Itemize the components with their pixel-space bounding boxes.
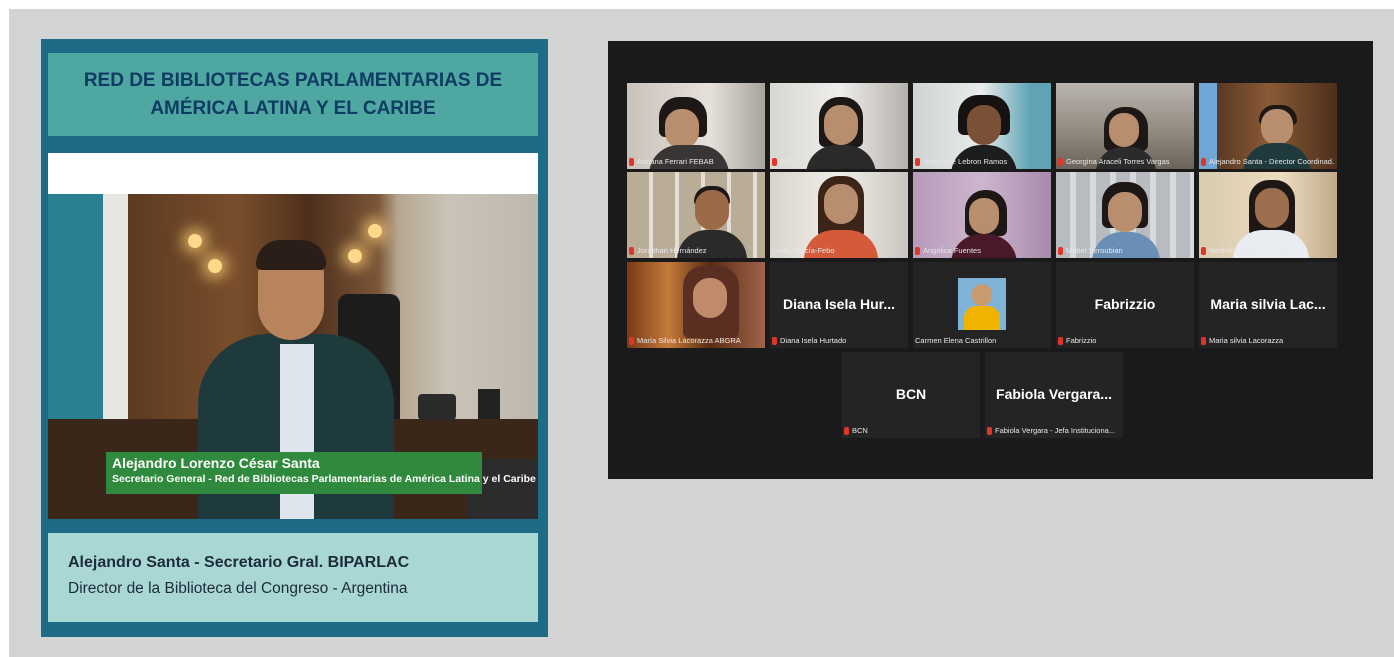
participant-name-label: Angelica Fuentes	[915, 245, 1049, 257]
mic-muted-icon	[772, 337, 777, 345]
participant-tile[interactable]: Alejandro Santa - Director Coordinad...	[1199, 83, 1337, 169]
face	[824, 184, 858, 224]
participant-display-name: Maria silvia Lac...	[1210, 296, 1326, 312]
face	[1108, 192, 1142, 232]
participant-name-label: Alejandro Santa - Director Coordinad...	[1201, 156, 1335, 168]
mic-muted-icon	[629, 158, 634, 166]
face	[1261, 109, 1293, 145]
mic-muted-icon	[915, 158, 920, 166]
participant-name-label: Adriana Ferrari FEBAB	[629, 156, 763, 168]
participant-name-label: Fabiola Vergara - Jefa Instituciona...	[987, 425, 1121, 437]
lower-third-role: Secretario General - Red de Bibliotecas …	[112, 473, 536, 485]
mic-muted-icon	[772, 158, 777, 166]
participant-tile[interactable]: María Silvia Lacorazza ABGRA	[627, 262, 765, 348]
participant-name-label: Georgina Araceli Torres Vargas	[1058, 156, 1192, 168]
desk-phone	[418, 394, 456, 420]
participant-display-name: Fabrizzio	[1094, 296, 1156, 312]
white-strip	[48, 153, 538, 194]
participant-avatar	[958, 278, 1006, 330]
face	[693, 278, 727, 318]
participant-tile[interactable]: Jeannette Lebron Ramos	[913, 83, 1051, 169]
caption-title: Alejandro Santa - Secretario Gral. BIPAR…	[68, 554, 410, 571]
lamp-light	[188, 234, 202, 248]
face	[1109, 113, 1139, 147]
participant-tile[interactable]: Maria silvia Lac... Maria silvia Lacoraz…	[1199, 262, 1337, 348]
mic-muted-icon	[629, 337, 634, 345]
lamp-light	[368, 224, 382, 238]
participant-name-label: Maria silvia Lacorazza	[1201, 335, 1335, 347]
participant-tile[interactable]: Fabrizzio Fabrizzio	[1056, 262, 1194, 348]
participant-tile[interactable]: Angelica Fuentes	[913, 172, 1051, 258]
participant-name-label: Jonathan Hernández	[629, 245, 763, 257]
participant-tile[interactable]: Georgina Araceli Torres Vargas	[1056, 83, 1194, 169]
lower-third-name: Alejandro Lorenzo César Santa	[112, 455, 320, 471]
title-line-2: AMÉRICA LATINA Y EL CARIBE	[150, 97, 436, 119]
face	[665, 109, 699, 149]
network-title-banner: RED DE BIBLIOTECAS PARLAMENTARIAS DE AMÉ…	[48, 53, 538, 136]
video-gallery: Adriana Ferrari FEBAB BCN Jeannette Lebr…	[608, 41, 1373, 479]
participant-name-label: Carmen Elena Castrillon	[915, 336, 997, 345]
mic-muted-icon	[1201, 247, 1206, 255]
participant-tile[interactable]: BCN	[770, 83, 908, 169]
caption-subtitle: Director de la Biblioteca del Congreso -…	[68, 580, 408, 597]
participant-name-label: Verónica Maigua Delgado	[1201, 245, 1335, 257]
participant-tile[interactable]: Carmen Elena Castrillon	[913, 262, 1051, 348]
participant-display-name: BCN	[895, 386, 927, 402]
lamp-light	[348, 249, 362, 263]
lower-third-banner: Alejandro Lorenzo César Santa Secretario…	[106, 452, 536, 494]
participant-tile[interactable]: Jonathan Hernández	[627, 172, 765, 258]
mic-muted-icon	[987, 427, 992, 435]
participant-name-label: María Silvia Lacorazza ABGRA	[629, 335, 763, 347]
participant-display-name: Diana Isela Hur...	[782, 296, 896, 312]
participant-tile[interactable]: Mabel Seroubian	[1056, 172, 1194, 258]
participant-name-label: Jeannette Lebron Ramos	[915, 156, 1049, 168]
face	[969, 198, 999, 234]
mic-muted-icon	[1058, 158, 1063, 166]
participant-name-label: BCN	[844, 425, 978, 437]
lamp-light	[208, 259, 222, 273]
participant-tile[interactable]: Adriana Ferrari FEBAB	[627, 83, 765, 169]
participant-name-label: Loida García-Febo	[772, 246, 835, 255]
face	[824, 105, 858, 145]
participant-tile[interactable]: Fabiola Vergara... Fabiola Vergara - Jef…	[985, 352, 1123, 438]
mic-muted-icon	[1201, 337, 1206, 345]
mic-muted-icon	[915, 247, 920, 255]
participant-tile[interactable]: Verónica Maigua Delgado	[1199, 172, 1337, 258]
mic-muted-icon	[629, 247, 634, 255]
participant-tile[interactable]: Diana Isela Hur... Diana Isela Hurtado	[770, 262, 908, 348]
participant-name-label: BCN	[772, 156, 906, 168]
mic-muted-icon	[1058, 247, 1063, 255]
participant-name-label: Diana Isela Hurtado	[772, 335, 906, 347]
face	[695, 190, 729, 230]
participant-tile-active-speaker[interactable]: Loida García-Febo	[770, 172, 908, 258]
participant-tile[interactable]: BCN BCN	[842, 352, 980, 438]
participant-name-label: Fabrizzio	[1058, 335, 1192, 347]
title-line-1: RED DE BIBLIOTECAS PARLAMENTARIAS DE	[83, 69, 503, 91]
mic-muted-icon	[844, 427, 849, 435]
mic-muted-icon	[1201, 158, 1206, 166]
pen-cup	[478, 389, 500, 419]
participant-display-name: Fabiola Vergara...	[996, 386, 1112, 402]
presenter-hair	[256, 240, 326, 270]
face	[967, 105, 1001, 145]
caption-box: Alejandro Santa - Secretario Gral. BIPAR…	[48, 533, 538, 622]
face	[1255, 188, 1289, 228]
participant-name-label: Mabel Seroubian	[1058, 245, 1192, 257]
mic-muted-icon	[1058, 337, 1063, 345]
